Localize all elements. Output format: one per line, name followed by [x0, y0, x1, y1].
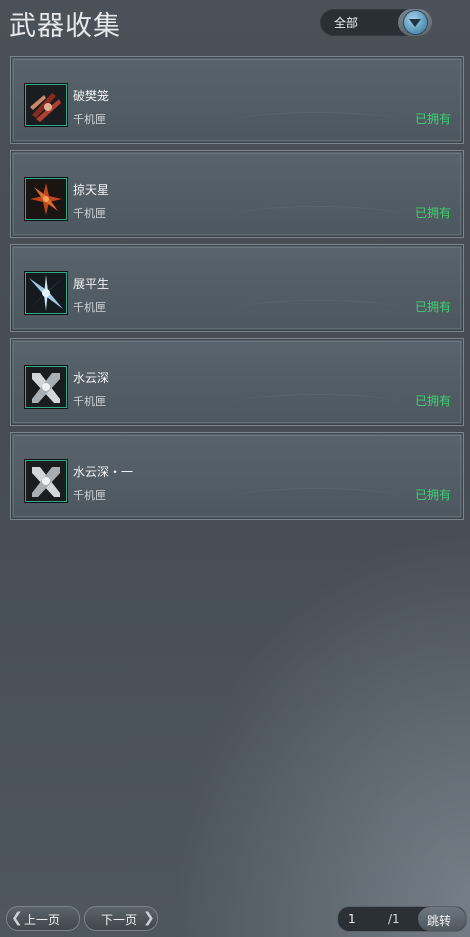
weapon-type: 千机匣 — [73, 395, 106, 408]
weapon-card[interactable]: 破樊笼 千机匣 已拥有 — [10, 56, 464, 144]
filter-dropdown[interactable]: 全部 — [320, 9, 432, 36]
weapon-name: 掠天星 — [73, 183, 110, 197]
next-page-button[interactable]: 下一页 ❯ — [84, 906, 158, 931]
weapon-icon-silver-cross — [25, 460, 67, 502]
chevron-right-icon: ❯ — [143, 910, 155, 926]
page-number-input[interactable]: 1 — [348, 912, 356, 926]
weapon-type: 千机匣 — [73, 489, 106, 502]
filter-selected-label: 全部 — [334, 16, 359, 30]
owned-status: 已拥有 — [414, 394, 451, 408]
page-title: 武器收集 — [9, 11, 121, 42]
page-jump: 1 /1 跳转 — [337, 906, 467, 932]
weapon-icon-orange-star — [25, 178, 67, 220]
weapon-type: 千机匣 — [73, 301, 106, 314]
owned-status: 已拥有 — [414, 300, 451, 314]
next-page-label: 下一页 — [101, 913, 138, 927]
background-wave-decoration — [233, 488, 403, 509]
weapon-name: 水云深 — [73, 371, 110, 385]
weapon-icon-blue-shuriken — [25, 272, 67, 314]
background-wave-decoration — [233, 206, 403, 227]
owned-status: 已拥有 — [414, 488, 451, 502]
weapon-card[interactable]: 掠天星 千机匣 已拥有 — [10, 150, 464, 238]
page-total: /1 — [388, 912, 400, 926]
weapon-name: 破樊笼 — [73, 89, 110, 103]
owned-status: 已拥有 — [414, 206, 451, 220]
weapon-name: 展平生 — [73, 277, 110, 291]
owned-status: 已拥有 — [414, 112, 451, 126]
background-wave-decoration — [233, 394, 403, 415]
prev-page-button[interactable]: ❮ 上一页 — [6, 906, 80, 931]
dropdown-button[interactable] — [398, 9, 432, 36]
weapon-card[interactable]: 水云深・一 千机匣 已拥有 — [10, 432, 464, 520]
weapon-name: 水云深・一 — [73, 465, 134, 479]
jump-label: 跳转 — [427, 914, 452, 928]
prev-page-label: 上一页 — [24, 913, 61, 927]
jump-button[interactable]: 跳转 — [418, 907, 466, 931]
weapon-icon-silver-cross — [25, 366, 67, 408]
weapon-list: 破樊笼 千机匣 已拥有 掠天星 千机匣 已拥有 展平生 千机匣 已拥有 水云深 … — [10, 56, 464, 526]
chevron-left-icon: ❮ — [11, 910, 23, 926]
weapon-card[interactable]: 水云深 千机匣 已拥有 — [10, 338, 464, 426]
weapon-type: 千机匣 — [73, 113, 106, 126]
weapon-card[interactable]: 展平生 千机匣 已拥有 — [10, 244, 464, 332]
weapon-icon-red-blades — [25, 84, 67, 126]
weapon-type: 千机匣 — [73, 207, 106, 220]
background-wave-decoration — [233, 300, 403, 321]
chevron-down-icon — [409, 19, 421, 27]
background-wave-decoration — [233, 112, 403, 133]
